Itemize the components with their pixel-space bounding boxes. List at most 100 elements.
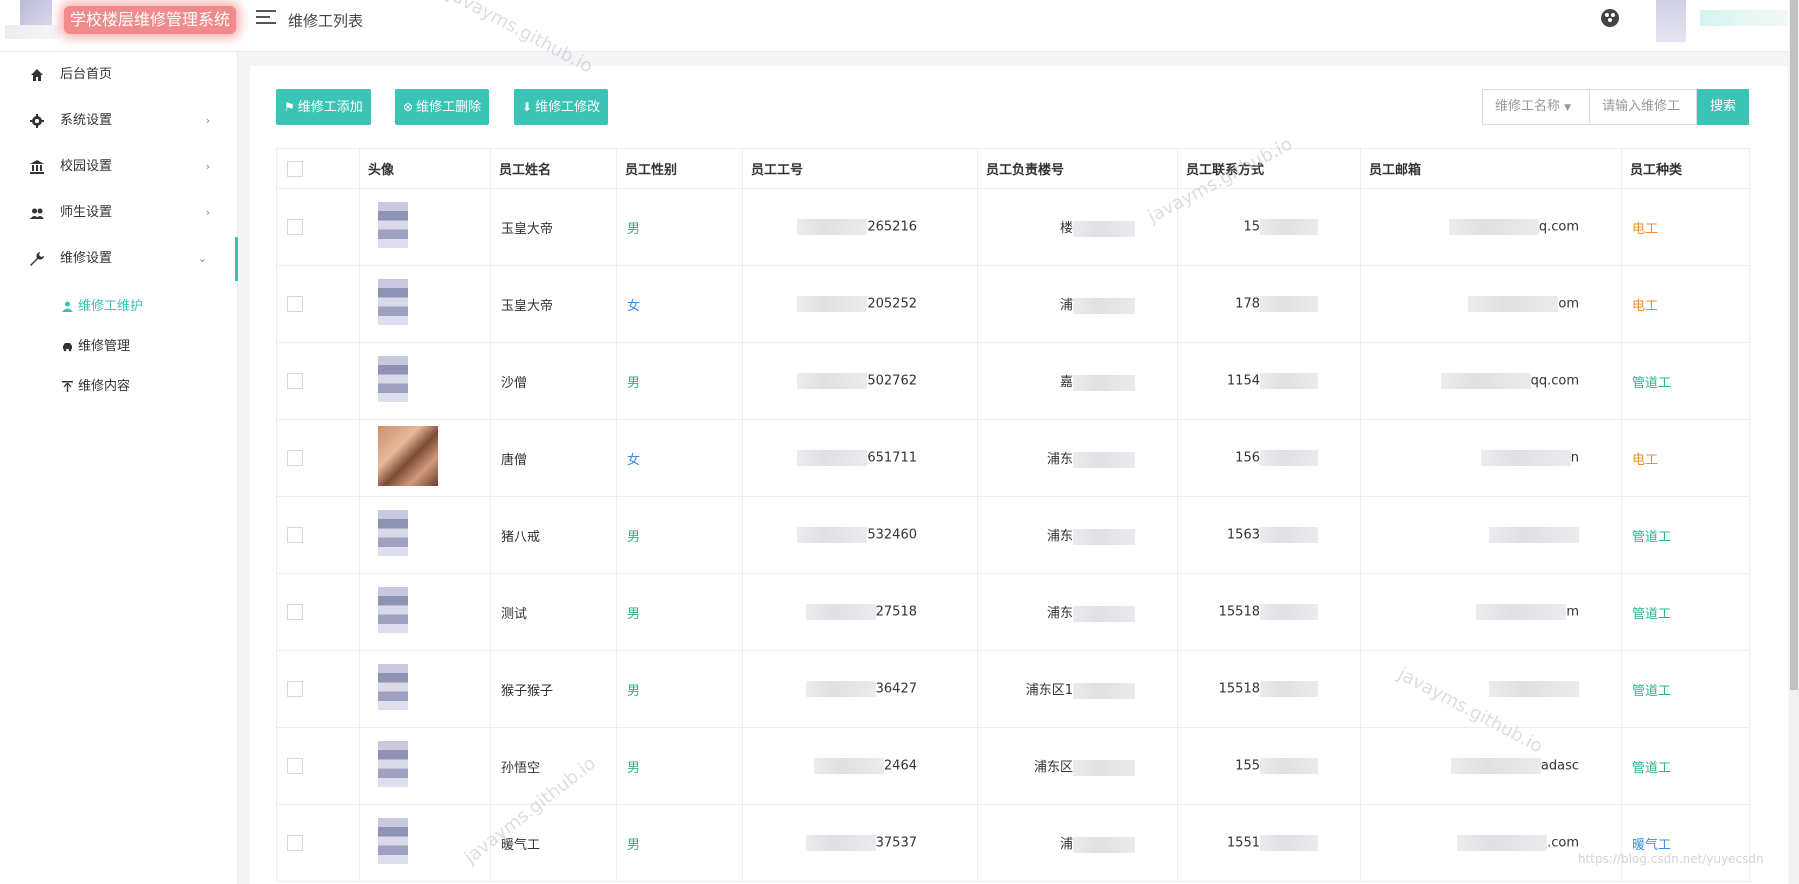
- sidebar-item-label: 校园设置: [60, 159, 113, 174]
- button-label: 维修工删除: [416, 100, 482, 115]
- edit-worker-button[interactable]: ⬇ 维修工修改: [514, 89, 609, 125]
- avatar: [1656, 0, 1686, 42]
- avatar-cell: [359, 496, 491, 574]
- phone-cell: 1154: [1177, 342, 1361, 420]
- masked-text: [1260, 758, 1318, 774]
- phone: 15518: [1218, 681, 1260, 697]
- sidebar-item-home[interactable]: 后台首页: [0, 53, 238, 97]
- email: q.com: [1538, 219, 1579, 235]
- row-select-cell[interactable]: [276, 727, 360, 805]
- employee-id: 265216: [867, 219, 917, 235]
- sidebar-subitem-manage[interactable]: 维修管理: [60, 336, 130, 358]
- phone: 1154: [1226, 373, 1260, 389]
- row-select-cell[interactable]: [276, 419, 360, 497]
- phone: 1563: [1226, 527, 1260, 543]
- table-row[interactable]: 猴子猴子男 36427 浦东区1 15518 管道工: [276, 650, 1750, 728]
- app-title[interactable]: 学校楼层维修管理系统: [64, 6, 237, 34]
- avatar-cell: [359, 419, 491, 497]
- column-header: 员工联系方式: [1177, 148, 1361, 189]
- table-row[interactable]: 沙僧男 502762 嘉 1154 qq.com 管道工: [276, 342, 1750, 420]
- avatar-cell: [359, 727, 491, 805]
- masked-text: [1260, 296, 1318, 312]
- avatar: [378, 741, 408, 787]
- email: .com: [1547, 835, 1579, 851]
- row-checkbox[interactable]: [287, 219, 303, 235]
- search-placeholder: 请输入维修工: [1602, 99, 1681, 114]
- sidebar-item-people[interactable]: 师生设置 ›: [0, 191, 238, 235]
- employee-id-cell: 36427: [742, 650, 978, 728]
- delete-worker-button[interactable]: ⊗ 维修工删除: [395, 89, 490, 125]
- name-cell: 猪八戒: [490, 496, 617, 574]
- search-input[interactable]: 请输入维修工: [1590, 89, 1697, 125]
- column-header: 头像: [359, 148, 491, 189]
- masked-text: [1260, 527, 1318, 543]
- add-worker-button[interactable]: ⚑ 维修工添加: [276, 89, 371, 125]
- sidebar-item-repair[interactable]: 维修设置 ⌄: [0, 237, 238, 281]
- phone-cell: 15: [1177, 188, 1361, 266]
- email: om: [1558, 296, 1579, 312]
- row-checkbox[interactable]: [287, 450, 303, 466]
- user-menu[interactable]: [1656, 0, 1788, 42]
- column-header: 员工性别: [616, 148, 743, 189]
- row-checkbox[interactable]: [287, 758, 303, 774]
- row-checkbox[interactable]: [287, 681, 303, 697]
- sidebar-item-system[interactable]: 系统设置 ›: [0, 99, 238, 143]
- scrollbar-thumb[interactable]: [1790, 0, 1798, 690]
- row-checkbox[interactable]: [287, 296, 303, 312]
- table-row[interactable]: 孙悟空男 2464 浦东区 155 adasc 管道工: [276, 727, 1750, 805]
- row-select-cell[interactable]: [276, 496, 360, 574]
- select-all-cell[interactable]: [276, 148, 360, 189]
- sidebar-item-label: 后台首页: [60, 67, 113, 82]
- gender-cell: 女: [616, 419, 743, 497]
- masked-text: [1440, 373, 1531, 389]
- phone-cell: 1551: [1177, 804, 1361, 882]
- table-row[interactable]: 猪八戒男 532460 浦东 1563 管道工: [276, 496, 1750, 574]
- row-select-cell[interactable]: [276, 804, 360, 882]
- search-field-select[interactable]: 维修工名称 ▼: [1482, 89, 1590, 125]
- caret-down-icon: ▼: [1564, 103, 1572, 113]
- phone: 15518: [1218, 604, 1260, 620]
- gender-cell: 女: [616, 265, 743, 343]
- table-row[interactable]: 玉皇大帝女 205252 浦 178 om 电工: [276, 265, 1750, 343]
- table-row[interactable]: 测试男 27518 浦东 15518 m 管道工: [276, 573, 1750, 651]
- masked-text: [1260, 681, 1318, 697]
- gender-cell: 男: [616, 573, 743, 651]
- sidebar-subitem-worker[interactable]: 维修工维护: [60, 296, 143, 318]
- avatar-cell: [359, 804, 491, 882]
- email: qq.com: [1530, 373, 1579, 389]
- row-select-cell[interactable]: [276, 573, 360, 651]
- row-checkbox[interactable]: [287, 527, 303, 543]
- row-checkbox[interactable]: [287, 835, 303, 851]
- row-select-cell[interactable]: [276, 650, 360, 728]
- row-checkbox[interactable]: [287, 373, 303, 389]
- row-select-cell[interactable]: [276, 342, 360, 420]
- avatar-cell: [359, 650, 491, 728]
- row-select-cell[interactable]: [276, 188, 360, 266]
- column-header: 员工工号: [742, 148, 978, 189]
- logo-image: [20, 0, 52, 28]
- credit-watermark: https://blog.csdn.net/yuyecsdn: [1578, 852, 1764, 866]
- avatar: [378, 426, 438, 486]
- employee-id-cell: 265216: [742, 188, 978, 266]
- avatar: [378, 279, 408, 325]
- palette-icon[interactable]: [1601, 9, 1619, 27]
- building: 浦: [1059, 837, 1073, 853]
- search-button[interactable]: 搜索: [1697, 89, 1749, 125]
- arrow-down-icon: ⬇: [522, 100, 533, 114]
- name-cell: 沙僧: [490, 342, 617, 420]
- building-cell: 浦东区: [977, 727, 1178, 805]
- row-select-cell[interactable]: [276, 265, 360, 343]
- table-row[interactable]: 暖气工男 37537 浦 1551 .com 暖气工: [276, 804, 1750, 882]
- table-row[interactable]: 玉皇大帝男 265216 楼 15 q.com 电工: [276, 188, 1750, 266]
- sidebar-subitem-content[interactable]: 维修内容: [60, 376, 130, 398]
- menu-toggle-icon[interactable]: [256, 10, 276, 26]
- sidebar-item-campus[interactable]: 校园设置 ›: [0, 145, 238, 189]
- email: m: [1566, 604, 1579, 620]
- masked-text: [1489, 527, 1579, 543]
- masked-text: [1260, 604, 1318, 620]
- email-cell: om: [1360, 265, 1622, 343]
- type-cell: 管道工: [1621, 727, 1750, 805]
- select-all-checkbox[interactable]: [287, 160, 303, 177]
- table-row[interactable]: 唐僧女 651711 浦东 156 n 电工: [276, 419, 1750, 497]
- row-checkbox[interactable]: [287, 604, 303, 620]
